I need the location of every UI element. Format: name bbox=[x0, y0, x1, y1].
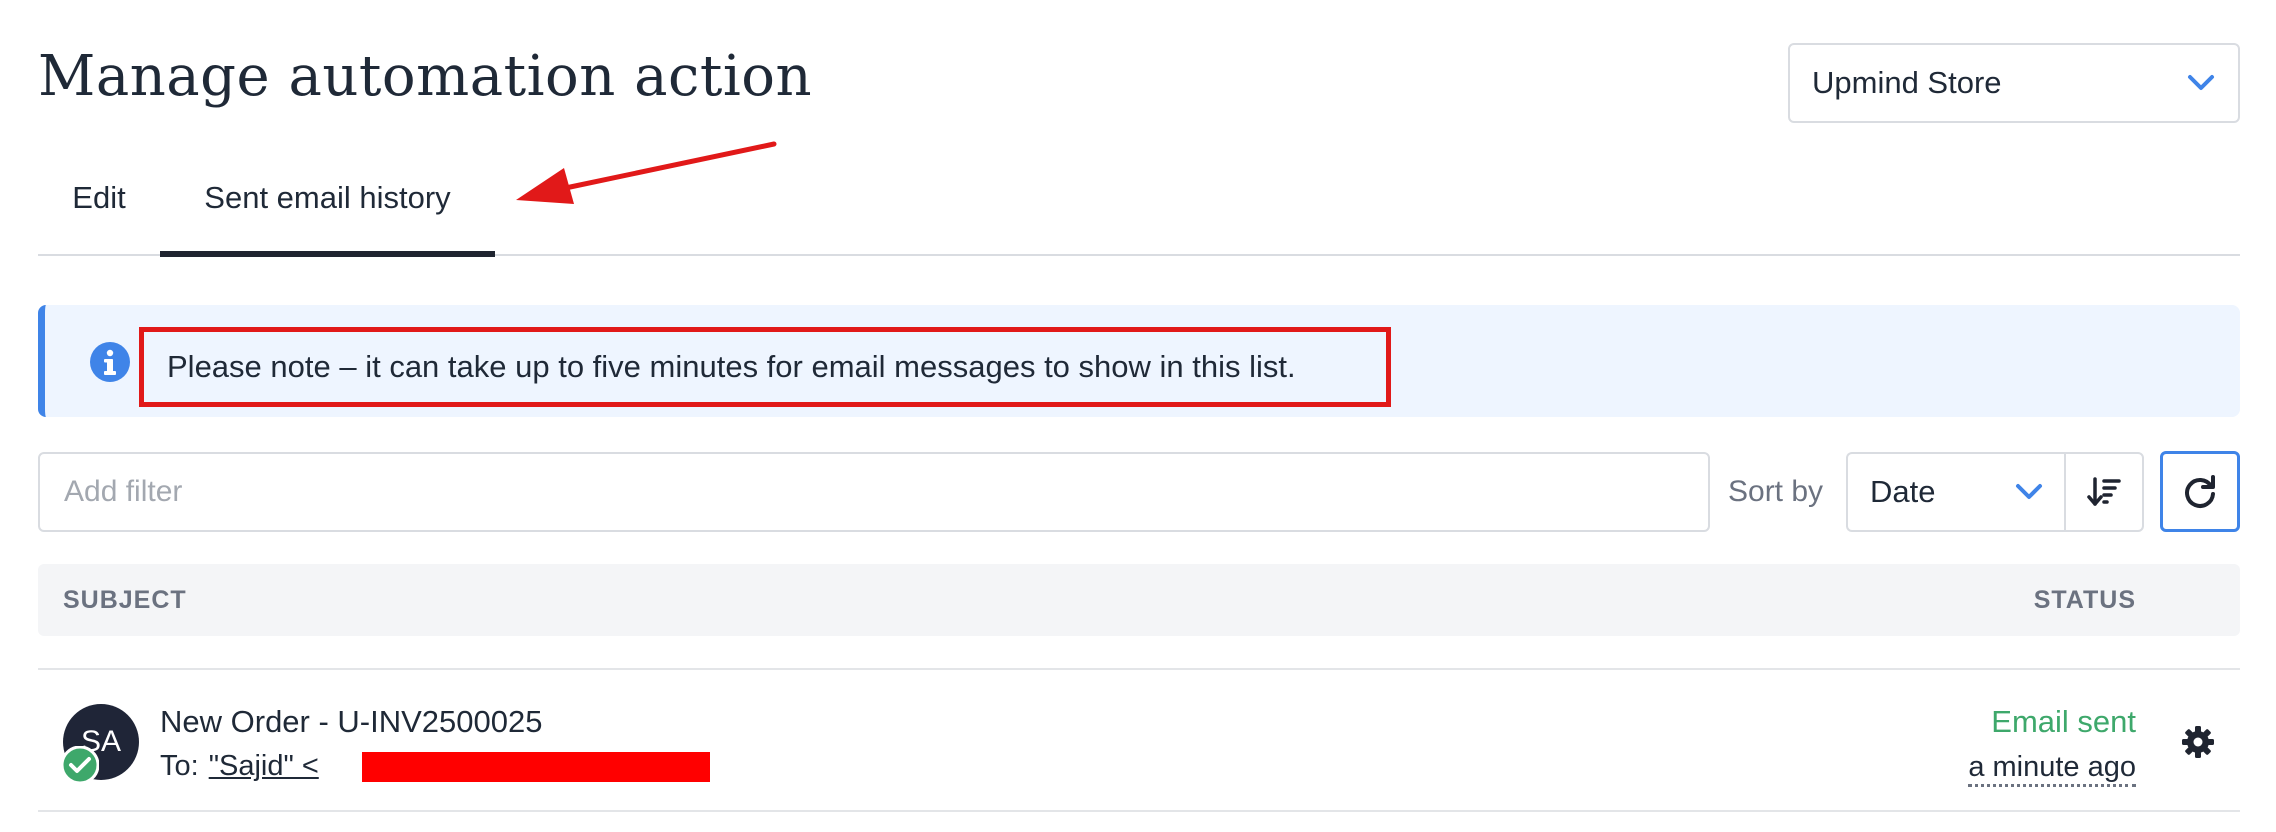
sort-label: Sort by bbox=[1728, 475, 1824, 508]
column-header-subject[interactable]: SUBJECT bbox=[63, 564, 187, 636]
sort-select-value: Date bbox=[1870, 474, 1936, 509]
info-circle-icon bbox=[90, 342, 130, 382]
store-select-value: Upmind Store bbox=[1812, 65, 2002, 100]
status-timestamp: a minute ago bbox=[1968, 750, 2136, 787]
refresh-button[interactable] bbox=[2160, 451, 2240, 532]
tab-bar: Edit Sent email history bbox=[38, 140, 2240, 257]
chevron-down-icon bbox=[2186, 68, 2216, 98]
table-row[interactable]: SA New Order - U-INV2500025 To: "Sajid" <… bbox=[38, 668, 2240, 812]
page: Manage automation action Upmind Store Ed… bbox=[38, 0, 2240, 832]
table-header: SUBJECT STATUS bbox=[38, 564, 2240, 636]
refresh-icon bbox=[2185, 474, 2215, 508]
filter-input[interactable] bbox=[38, 452, 1710, 532]
email-subject[interactable]: New Order - U-INV2500025 bbox=[160, 704, 543, 740]
check-circle-icon bbox=[61, 746, 99, 784]
sort-direction-button[interactable] bbox=[2064, 452, 2144, 532]
row-settings-button[interactable] bbox=[2180, 724, 2216, 760]
recipient-prefix: To: bbox=[160, 750, 199, 782]
status-badge: Email sent bbox=[1991, 704, 2136, 739]
tab-edit[interactable]: Edit bbox=[38, 140, 160, 256]
gear-icon bbox=[2182, 726, 2214, 758]
info-banner-text: Please note – it can take up to five min… bbox=[139, 327, 1391, 407]
store-select[interactable]: Upmind Store bbox=[1788, 43, 2240, 123]
redaction-bar bbox=[362, 752, 710, 782]
tab-sent-email-history[interactable]: Sent email history bbox=[160, 140, 495, 257]
page-title: Manage automation action bbox=[38, 44, 813, 109]
recipient-name: "Sajid" < bbox=[208, 750, 319, 782]
info-banner: Please note – it can take up to five min… bbox=[38, 305, 2240, 417]
sort-select[interactable]: Date bbox=[1846, 452, 2066, 532]
chevron-down-icon bbox=[2014, 477, 2044, 507]
arrow-icon bbox=[516, 141, 777, 204]
sort-descending-icon bbox=[2087, 477, 2121, 506]
column-header-status[interactable]: STATUS bbox=[2034, 564, 2136, 636]
